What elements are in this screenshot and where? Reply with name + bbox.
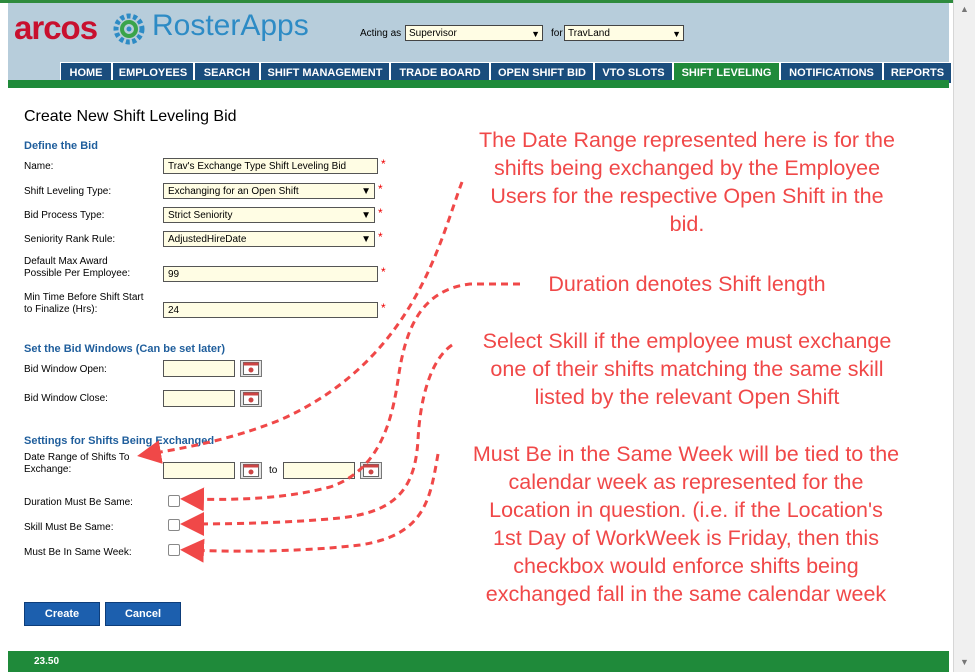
skill-annotation: Select Skill if the employee must exchan… xyxy=(442,327,932,411)
annotation-line: Duration denotes Shift length xyxy=(548,272,826,296)
annotation-line: listed by the relevant Open Shift xyxy=(534,385,840,409)
same-week-annotation: Must Be in the Same Week will be tied to… xyxy=(430,440,942,608)
annotation-line: Users for the respective Open Shift in t… xyxy=(490,184,884,208)
same-week-arrow xyxy=(180,453,440,563)
annotation-line: one of their shifts matching the same sk… xyxy=(490,357,884,381)
annotation-line: exchanged fall in the same calendar week xyxy=(485,582,887,606)
date-range-arrow xyxy=(137,181,464,464)
duration-annotation: Duration denotes Shift length xyxy=(522,270,852,298)
annotation-line: calendar week as represented for the xyxy=(508,470,864,494)
annotation-line: Select Skill if the employee must exchan… xyxy=(482,329,892,353)
annotation-line: shifts being exchanged by the Employee xyxy=(493,156,881,180)
annotation-line: 1st Day of WorkWeek is Friday, then this xyxy=(493,526,879,550)
skill-arrow xyxy=(180,343,453,536)
annotation-line: bid. xyxy=(669,212,705,236)
annotation-line: Must Be in the Same Week will be tied to… xyxy=(472,442,900,466)
annotation-line: The Date Range represented here is for t… xyxy=(479,128,895,152)
date-range-annotation: The Date Range represented here is for t… xyxy=(432,126,942,238)
annotation-line: checkbox would enforce shifts being xyxy=(513,554,859,578)
annotation-line: Location in question. (i.e. if the Locat… xyxy=(489,498,883,522)
